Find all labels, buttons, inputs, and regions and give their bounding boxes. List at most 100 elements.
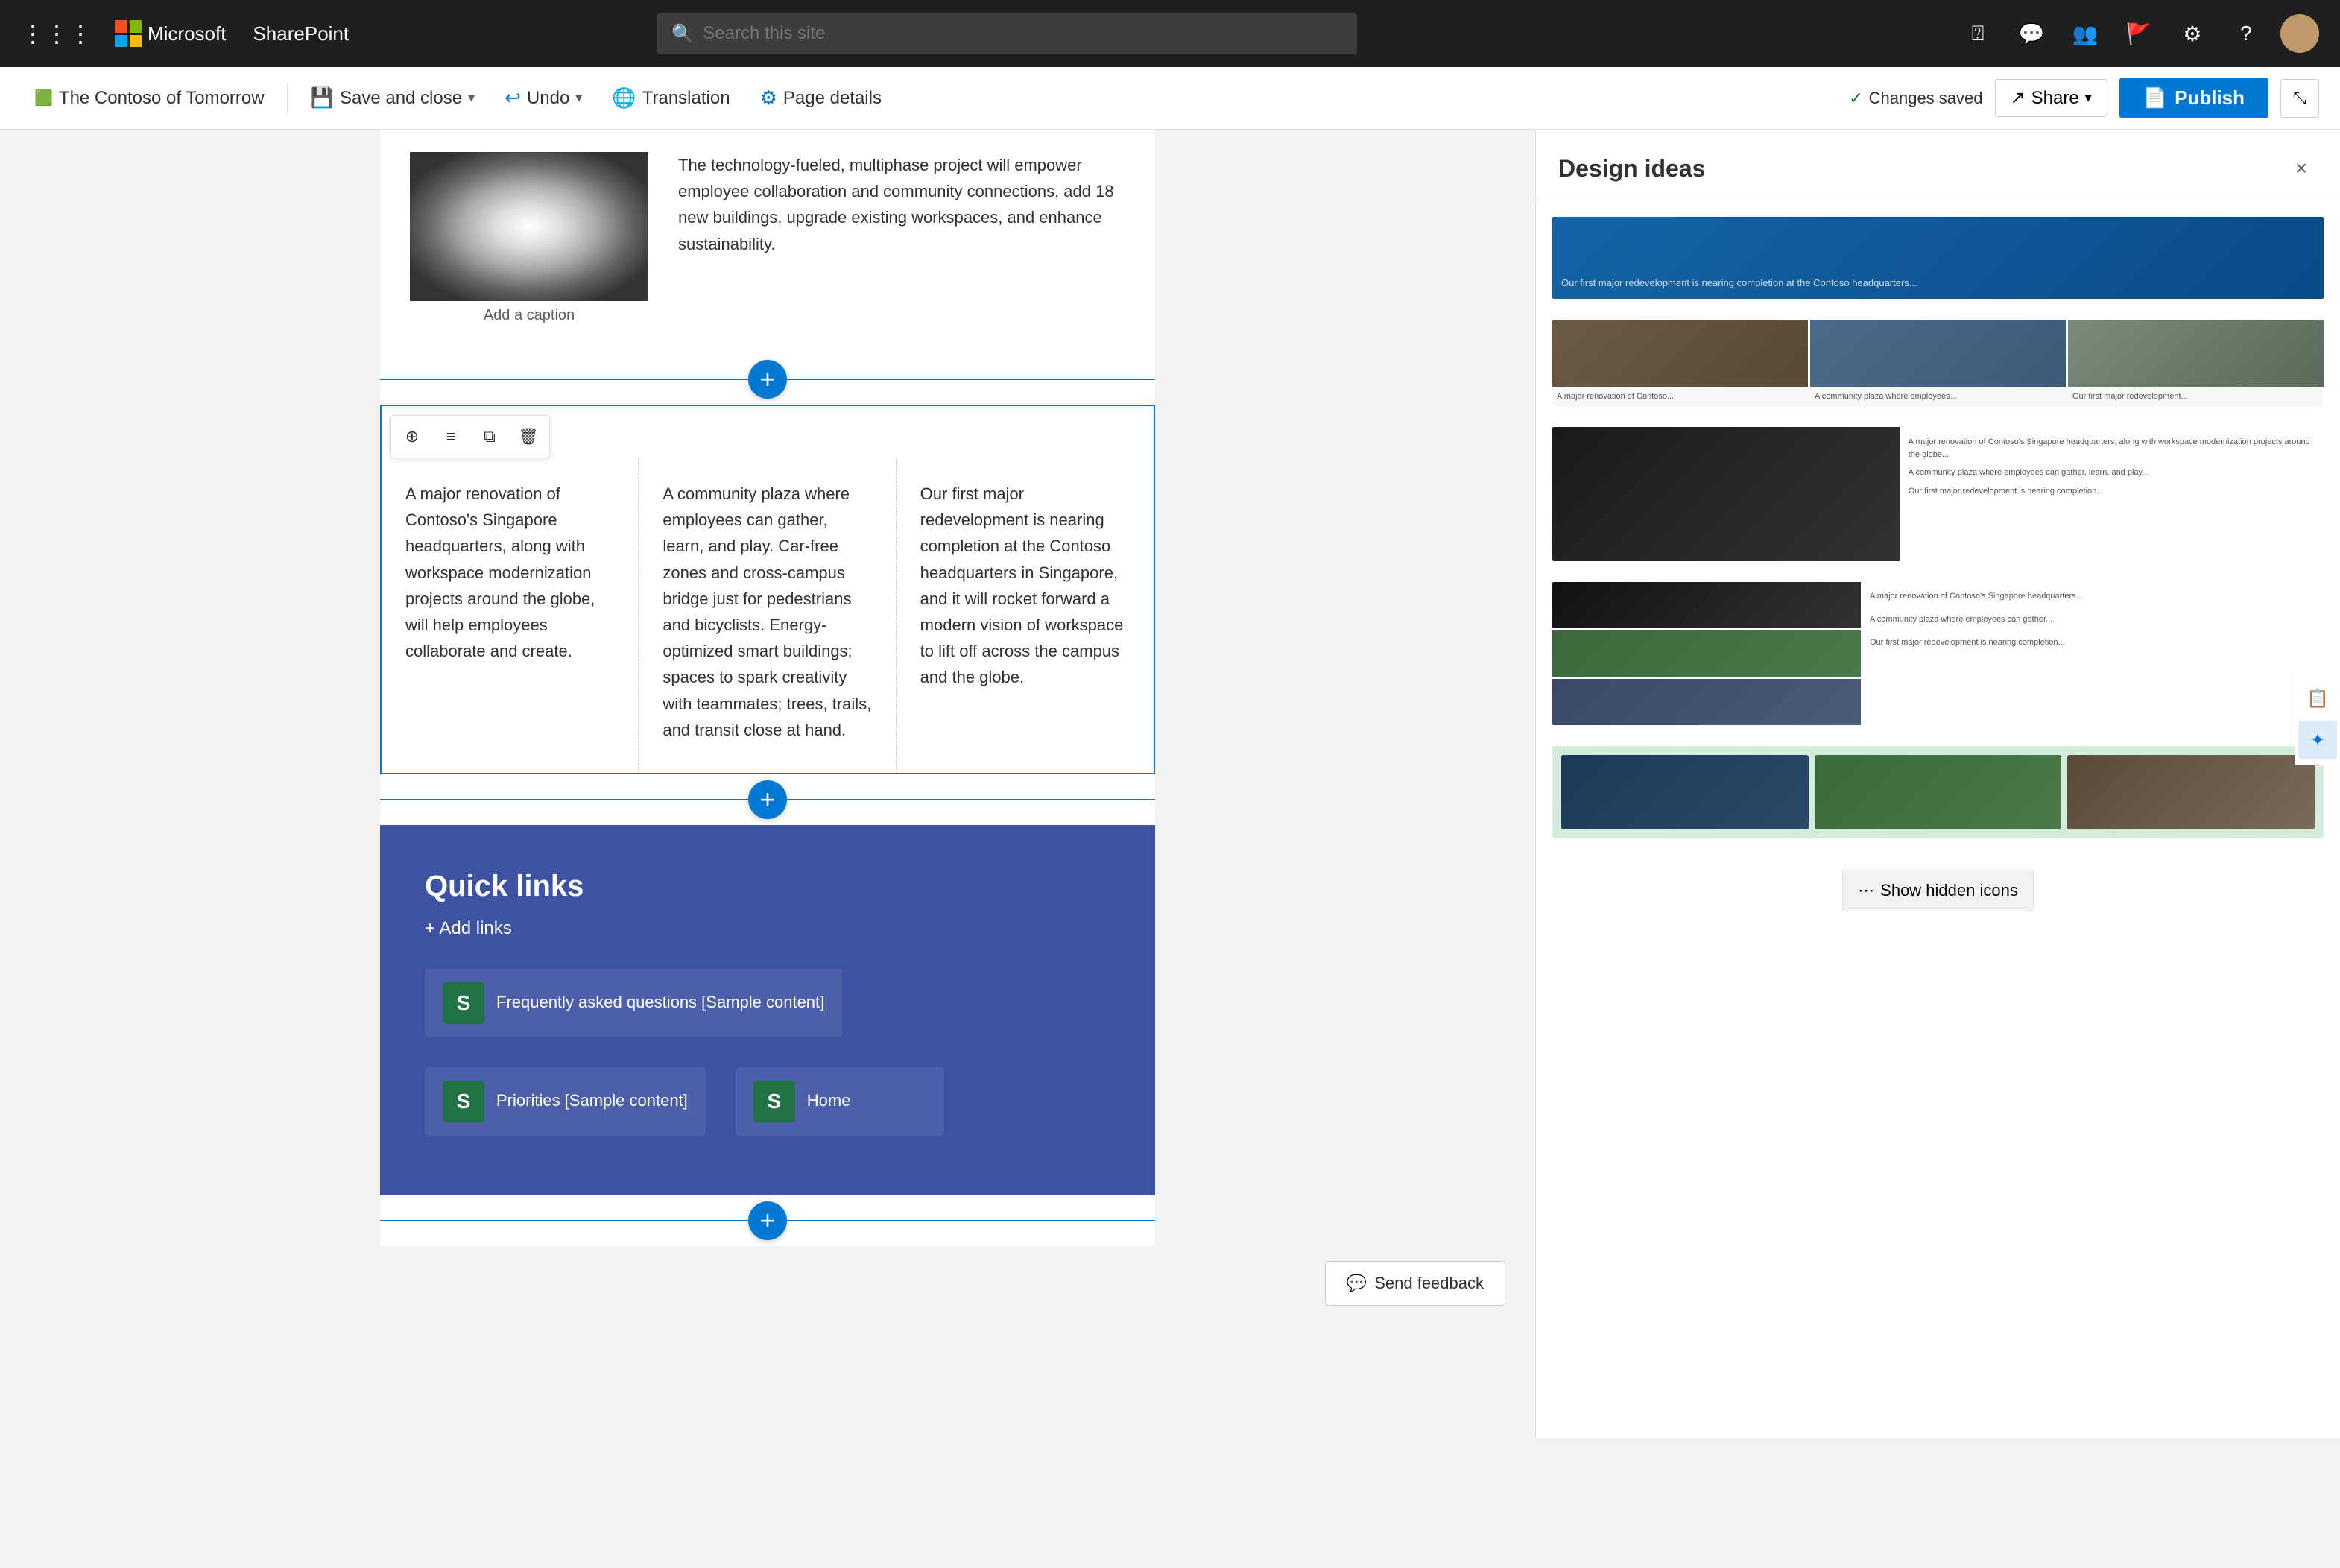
search-icon: 🔍: [671, 23, 694, 45]
quick-links-title: Quick links: [425, 870, 1110, 903]
add-links-button[interactable]: + Add links: [425, 918, 1110, 939]
add-links-label: + Add links: [425, 918, 512, 939]
feedback-icon: 💬: [1347, 1274, 1367, 1293]
show-hidden-button[interactable]: ⋯ Show hidden icons: [1842, 870, 2034, 911]
top-navigation: ⋮⋮⋮ Microsoft SharePoint 🔍 ⍰ 💬 👥 🚩 ⚙ ?: [0, 0, 2340, 67]
three-col-grid: A major renovation of Contoso's Singapor…: [382, 406, 1154, 773]
add-section-bottom[interactable]: +: [380, 1195, 1155, 1246]
nav-icon-group: ⍰ 💬 👥 🚩 ⚙ ?: [1958, 14, 2319, 53]
card3-inner: A major renovation of Contoso's Singapor…: [1552, 427, 2324, 561]
translation-label: Translation: [642, 88, 730, 109]
quick-link-item-2[interactable]: S Priorities [Sample content]: [425, 1067, 706, 1136]
settings-icon[interactable]: ⚙: [2173, 14, 2212, 53]
site-name-label: The Contoso of Tomorrow: [59, 88, 265, 109]
design-panel-header: Design ideas ×: [1536, 130, 2340, 200]
page-details-label: Page details: [783, 88, 882, 109]
site-name-button[interactable]: 🟩 The Contoso of Tomorrow: [21, 80, 278, 116]
ql-icon-3: S: [753, 1081, 795, 1122]
close-design-panel-button[interactable]: ×: [2285, 152, 2318, 185]
image-caption[interactable]: Add a caption: [410, 307, 648, 324]
move-section-button[interactable]: ⊕: [394, 419, 430, 455]
quick-links-items: S Frequently asked questions [Sample con…: [425, 969, 1110, 1136]
design-cards-list: Our first major redevelopment is nearing…: [1536, 200, 2340, 855]
user-avatar[interactable]: [2280, 14, 2319, 53]
send-feedback-button[interactable]: 💬 Send feedback: [1325, 1261, 1505, 1306]
text-block: The technology-fueled, multiphase projec…: [678, 152, 1125, 272]
question-icon[interactable]: ?: [2227, 14, 2265, 53]
card4-text: A major renovation of Contoso's Singapor…: [1861, 582, 2324, 725]
design-ideas-panel: Design ideas × Our first major redevelop…: [1535, 130, 2340, 1438]
ql-label-2: Priorities [Sample content]: [496, 1090, 688, 1113]
add-section-circle-bottom[interactable]: +: [748, 1201, 787, 1240]
toolbar-divider-1: [287, 83, 288, 113]
edit-section-button[interactable]: ≡: [433, 419, 469, 455]
duplicate-section-button[interactable]: ⧉: [472, 419, 507, 455]
share-button[interactable]: ↗ Share ▾: [1995, 79, 2107, 117]
ql-icon-1: S: [443, 982, 484, 1024]
add-section-middle[interactable]: +: [380, 774, 1155, 825]
undo-icon: ↩: [505, 86, 521, 110]
body-text-1: The technology-fueled, multiphase projec…: [678, 152, 1125, 257]
undo-button[interactable]: ↩ Undo ▾: [491, 79, 595, 117]
delete-section-button[interactable]: 🗑: [510, 419, 546, 455]
right-edge-panel: 📋 ✦: [2295, 673, 2340, 765]
right-icon-design[interactable]: ✦: [2298, 721, 2337, 759]
card3-text: A major renovation of Contoso's Singapor…: [1900, 427, 2324, 561]
add-section-top[interactable]: +: [380, 354, 1155, 405]
page-details-icon: ⚙: [760, 86, 777, 110]
undo-chevron[interactable]: ▾: [575, 90, 582, 106]
image-text-section: Add a caption The technology-fueled, mul…: [380, 130, 1155, 354]
search-bar[interactable]: 🔍: [657, 13, 1357, 54]
flag-icon[interactable]: 🚩: [2119, 14, 2158, 53]
design-card-3[interactable]: A major renovation of Contoso's Singapor…: [1551, 426, 2325, 563]
save-close-label: Save and close: [340, 88, 462, 109]
show-hidden-label: Show hidden icons: [1880, 881, 2018, 900]
right-icon-1[interactable]: 📋: [2298, 679, 2337, 718]
column-cell-1[interactable]: A major renovation of Contoso's Singapor…: [382, 458, 639, 773]
design-panel-title: Design ideas: [1558, 155, 1705, 183]
design-card-4[interactable]: A major renovation of Contoso's Singapor…: [1551, 581, 2325, 727]
feedback-label: Send feedback: [1374, 1274, 1484, 1293]
design-card-1[interactable]: Our first major redevelopment is nearing…: [1551, 215, 2325, 300]
card1-text: Our first major redevelopment is nearing…: [1561, 276, 1917, 290]
image-block[interactable]: Add a caption: [410, 152, 648, 324]
col2-text: A community plaza where employees can ga…: [663, 484, 871, 739]
card2-text-row: A major renovation of Contoso... A commu…: [1552, 387, 2324, 406]
column-cell-3[interactable]: Our first major redevelopment is nearing…: [897, 458, 1154, 773]
people-icon[interactable]: 👥: [2066, 14, 2105, 53]
main-wrapper: Add a caption The technology-fueled, mul…: [0, 130, 2340, 1438]
toolbar-right-group: ✓ Changes saved ↗ Share ▾ 📄 Publish ⤡: [1849, 78, 2319, 118]
content-inner: Add a caption The technology-fueled, mul…: [380, 130, 1155, 1246]
save-close-button[interactable]: 💾 Save and close ▾: [297, 79, 489, 117]
page-details-button[interactable]: ⚙ Page details: [747, 79, 895, 117]
save-close-chevron[interactable]: ▾: [468, 90, 475, 106]
design-card-2[interactable]: A major renovation of Contoso... A commu…: [1551, 318, 2325, 408]
show-hidden-area: ⋯ Show hidden icons: [1536, 855, 2340, 986]
main-image: [410, 152, 648, 301]
save-icon: 💾: [310, 86, 334, 110]
help-accessibility-icon[interactable]: ⍰: [1958, 14, 1997, 53]
quick-link-item-1[interactable]: S Frequently asked questions [Sample con…: [425, 969, 842, 1037]
card4-inner: A major renovation of Contoso's Singapor…: [1552, 582, 2324, 725]
feedback-area: 💬 Send feedback: [0, 1246, 1535, 1321]
page-content-area[interactable]: Add a caption The technology-fueled, mul…: [0, 130, 1535, 1438]
waffle-menu-icon[interactable]: ⋮⋮⋮: [21, 19, 92, 48]
search-input[interactable]: [703, 23, 1342, 44]
translation-button[interactable]: 🌐 Translation: [598, 79, 743, 117]
collapse-icon: ⤡: [2293, 89, 2306, 108]
ql-label-3: Home: [807, 1090, 851, 1113]
publish-label: Publish: [2175, 86, 2245, 110]
section-toolbar: ⊕ ≡ ⧉ 🗑: [390, 415, 550, 458]
collapse-panel-button[interactable]: ⤡: [2280, 79, 2319, 118]
microsoft-logo[interactable]: Microsoft: [115, 20, 226, 47]
checkmark-icon: ✓: [1849, 89, 1862, 108]
publish-button[interactable]: 📄 Publish: [2119, 78, 2268, 118]
add-section-circle-mid[interactable]: +: [748, 780, 787, 819]
column-cell-2[interactable]: A community plaza where employees can ga…: [639, 458, 896, 773]
quick-link-item-3[interactable]: S Home: [736, 1067, 944, 1136]
design-card-5[interactable]: [1551, 745, 2325, 840]
sharepoint-text: SharePoint: [253, 22, 349, 45]
ql-icon-2: S: [443, 1081, 484, 1122]
add-section-circle-top[interactable]: +: [748, 360, 787, 399]
feedback-icon[interactable]: 💬: [2012, 14, 2051, 53]
